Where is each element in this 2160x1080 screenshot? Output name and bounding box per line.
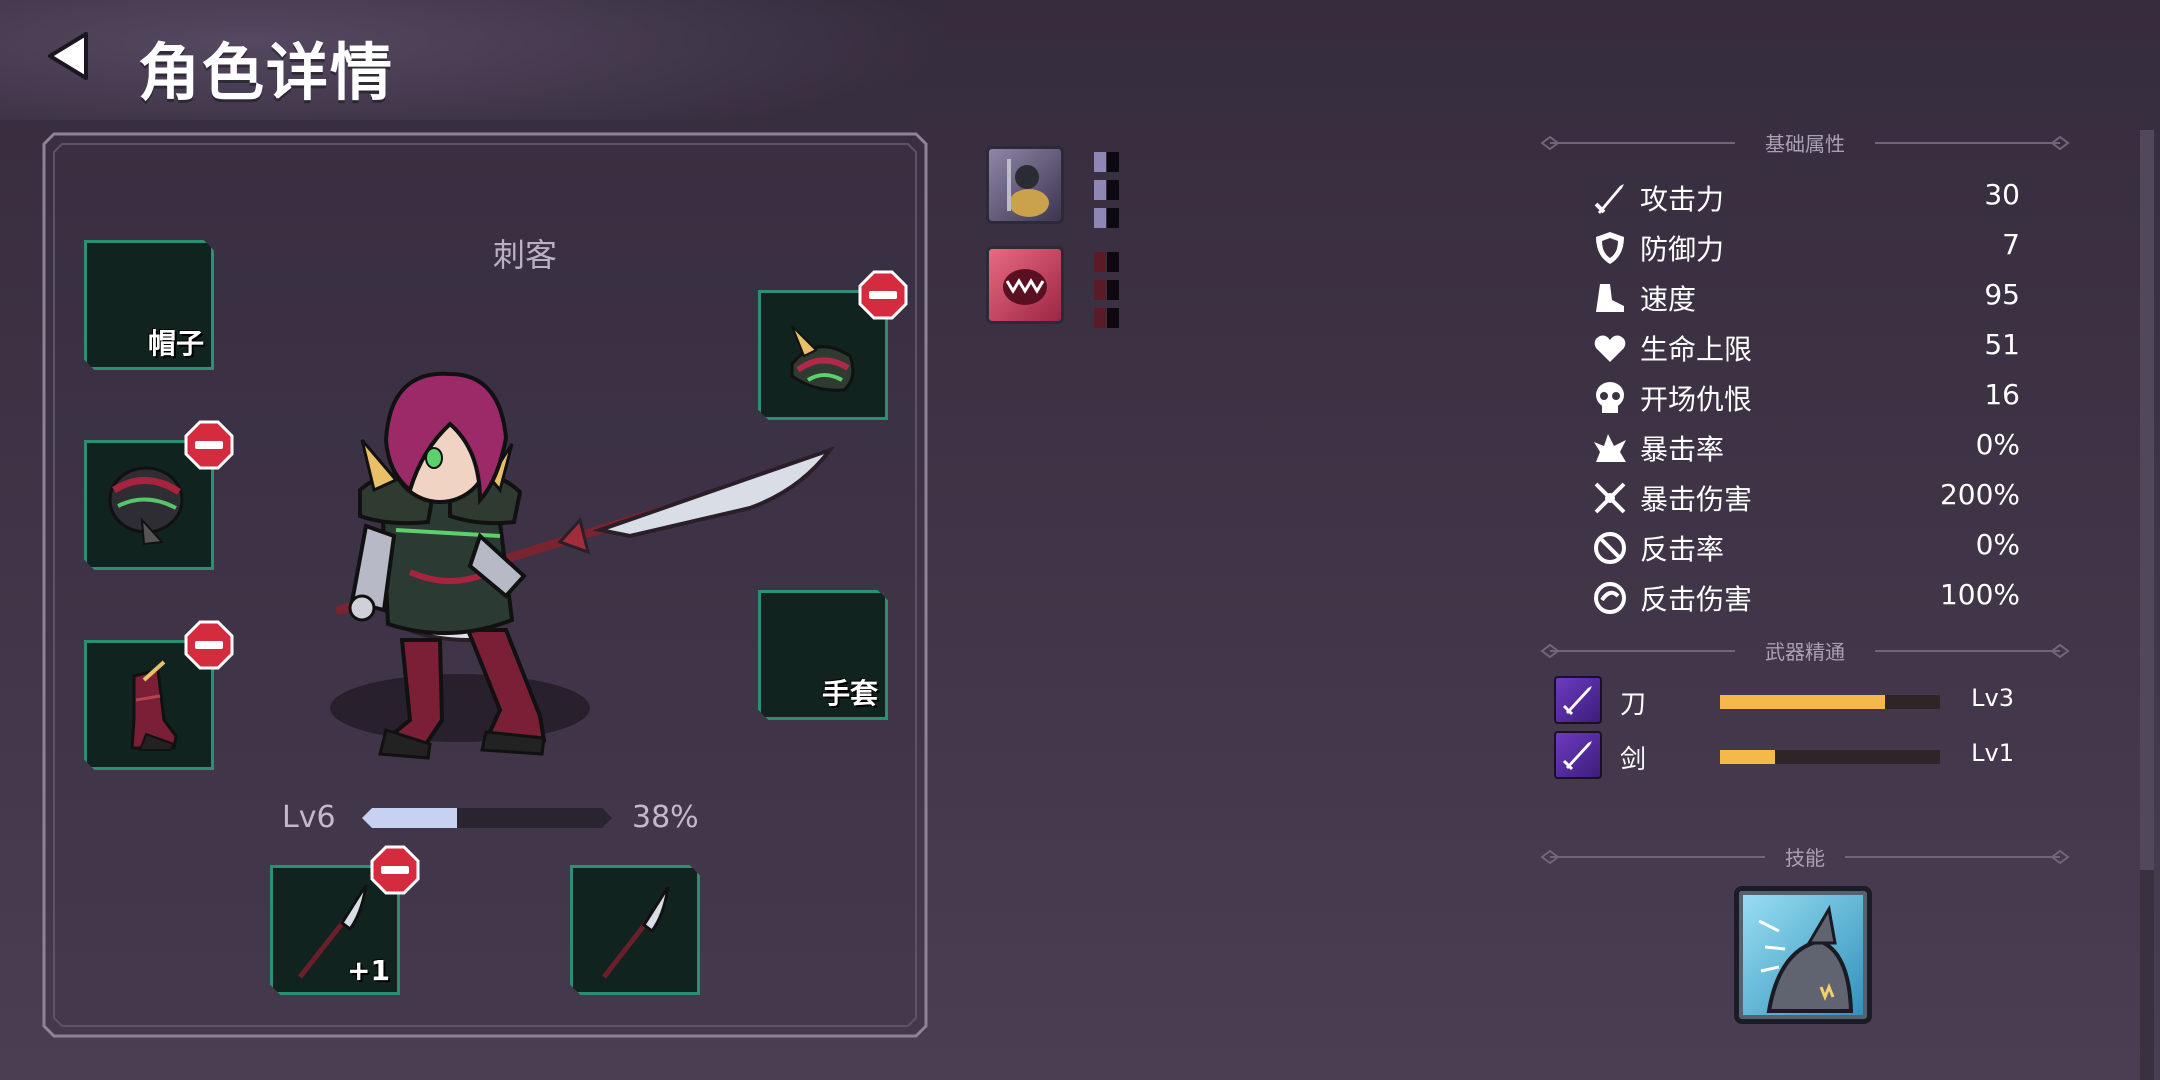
remove-helmet-button[interactable] (184, 420, 234, 470)
level-percent: 38% (632, 800, 699, 835)
stat-label: 生命上限 (1640, 333, 1753, 366)
stat-label: 反击率 (1640, 533, 1725, 566)
hat-slot[interactable]: 帽子 (84, 240, 214, 370)
stats-scrollbar[interactable] (2140, 130, 2154, 1080)
weapon-mastery-title: 武器精通 (1765, 640, 1845, 664)
level-progress-fill (362, 808, 457, 828)
stat-label: 速度 (1640, 283, 1697, 316)
stat-value: 16 (1984, 378, 2020, 411)
stat-label: 开场仇恨 (1640, 383, 1753, 416)
stat-label: 攻击力 (1640, 183, 1725, 216)
sword-icon (1594, 184, 1624, 214)
base-stats-header: 基础属性 (1540, 128, 2070, 158)
class-name: 刺客 (492, 236, 557, 274)
glaive-icon (602, 886, 670, 979)
remove-weapon-button[interactable] (370, 845, 420, 895)
remove-boots-button[interactable] (184, 620, 234, 670)
counter-damage-icon (1594, 582, 1626, 614)
stat-row-crit-rate: 暴击率 0% (1590, 426, 2020, 466)
blade-mastery-icon (1554, 676, 1602, 724)
mastery-progress-bar (1720, 695, 1940, 709)
stat-row-speed: 速度 95 (1590, 276, 2020, 316)
stat-value: 95 (1984, 278, 2020, 311)
remove-shoulder-button[interactable] (858, 270, 908, 320)
skull-icon (1596, 382, 1624, 413)
hat-slot-label: 帽子 (147, 327, 204, 360)
skills-header: 技能 (1540, 842, 2070, 872)
stat-row-attack: 攻击力 30 (1590, 176, 2020, 216)
skills-title: 技能 (1785, 846, 1825, 870)
secondary-weapon-slot[interactable] (570, 865, 700, 995)
stat-row-aggro: 开场仇恨 16 (1590, 376, 2020, 416)
base-stats-title: 基础属性 (1765, 132, 1845, 156)
scrollbar-track-lower (2140, 870, 2154, 1080)
page-title: 角色详情 (138, 36, 395, 109)
weapon-bonus: +1 (347, 954, 390, 987)
stat-label: 暴击率 (1640, 433, 1725, 466)
stat-value: 100% (1939, 578, 2020, 611)
mastery-name: 刀 (1620, 690, 1647, 720)
mastery-progress-fill (1720, 750, 1775, 764)
status-effect-1[interactable] (986, 146, 1064, 224)
counter-rate-icon (1594, 532, 1626, 564)
skill-slot[interactable] (1734, 886, 1872, 1024)
mastery-level: Lv1 (1971, 739, 2014, 767)
stat-label: 防御力 (1640, 233, 1725, 266)
stat-value: 0% (1975, 528, 2020, 561)
stat-value: 0% (1975, 428, 2020, 461)
minus-icon (184, 620, 234, 670)
mastery-progress-bar (1720, 750, 1940, 764)
mastery-row-sword: 剑 Lv1 (1554, 731, 2034, 781)
warrior-portrait-icon (1007, 159, 1049, 217)
minus-icon (370, 845, 420, 895)
stat-label: 暴击伤害 (1640, 483, 1753, 516)
mastery-name: 剑 (1620, 745, 1647, 775)
sword-mastery-icon (1554, 731, 1602, 779)
stat-row-max-hp: 生命上限 51 (1590, 326, 2020, 366)
heart-icon (1594, 335, 1626, 362)
boot-icon (1596, 284, 1624, 312)
mastery-progress-fill (1720, 695, 1885, 709)
status-effect-1-stacks (1094, 152, 1122, 236)
character-portrait (330, 371, 836, 760)
stat-value: 200% (1939, 478, 2020, 511)
mastery-level: Lv3 (1971, 684, 2014, 712)
status-effect-2[interactable] (986, 246, 1064, 324)
crossed-swords-icon (1594, 482, 1626, 514)
level-label: Lv6 (282, 800, 336, 835)
character-panel: 刺客 帽子 手套 Lv6 38% +1 (40, 130, 930, 1040)
shark-skill-icon (1758, 904, 1854, 1013)
mastery-row-blade: 刀 Lv3 (1554, 676, 2034, 726)
stat-value: 51 (1984, 328, 2020, 361)
back-arrow-icon (48, 32, 88, 80)
level-progress-bar (362, 808, 612, 828)
weapon-mastery-header: 武器精通 (1540, 636, 2070, 666)
stat-row-counter-rate: 反击率 0% (1590, 526, 2020, 566)
scrollbar-thumb[interactable] (2140, 130, 2154, 870)
monster-mouth-icon (1003, 269, 1047, 305)
stat-row-counter-damage: 反击伤害 100% (1590, 576, 2020, 616)
stat-row-crit-damage: 暴击伤害 200% (1590, 476, 2020, 516)
status-effect-2-stacks (1094, 252, 1122, 336)
stat-label: 反击伤害 (1640, 583, 1753, 616)
burst-icon (1594, 434, 1626, 462)
stat-row-defense: 防御力 7 (1590, 226, 2020, 266)
stat-value: 30 (1984, 178, 2020, 211)
shield-icon (1596, 232, 1624, 264)
back-button[interactable] (44, 28, 100, 84)
minus-icon (858, 270, 908, 320)
minus-icon (184, 420, 234, 470)
stat-value: 7 (2002, 228, 2020, 261)
